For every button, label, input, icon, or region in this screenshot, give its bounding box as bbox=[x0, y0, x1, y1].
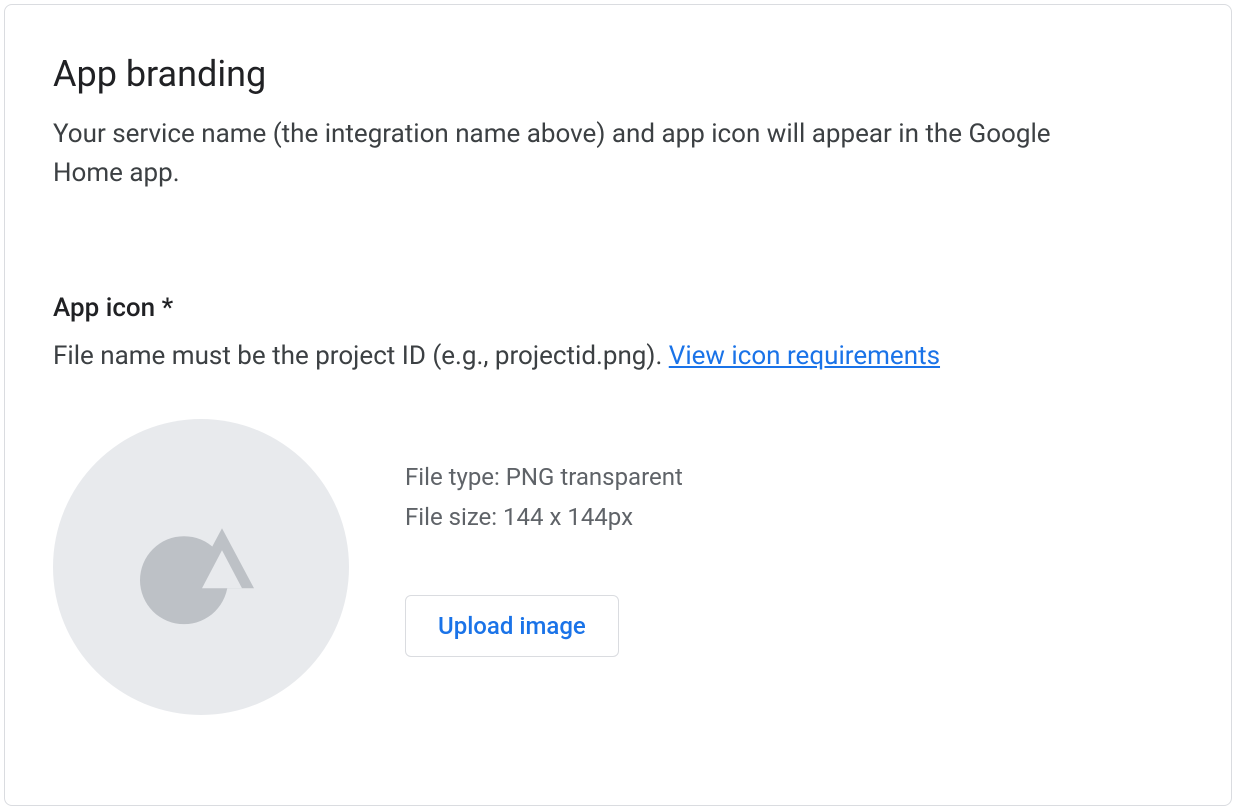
section-description: Your service name (the integration name … bbox=[53, 115, 1113, 193]
app-icon-label: App icon * bbox=[53, 293, 1183, 323]
file-size-spec: File size: 144 x 144px bbox=[405, 499, 683, 535]
app-icon-placeholder bbox=[53, 419, 349, 715]
upload-meta: File type: PNG transparent File size: 14… bbox=[405, 419, 683, 657]
app-icon-hint: File name must be the project ID (e.g., … bbox=[53, 341, 1183, 371]
section-title: App branding bbox=[53, 53, 1183, 95]
upload-row: File type: PNG transparent File size: 14… bbox=[53, 419, 1183, 715]
app-branding-card: App branding Your service name (the inte… bbox=[4, 4, 1232, 806]
upload-image-button[interactable]: Upload image bbox=[405, 595, 619, 657]
view-icon-requirements-link[interactable]: View icon requirements bbox=[669, 341, 940, 371]
file-type-spec: File type: PNG transparent bbox=[405, 459, 683, 495]
app-icon-hint-text: File name must be the project ID (e.g., … bbox=[53, 341, 669, 371]
